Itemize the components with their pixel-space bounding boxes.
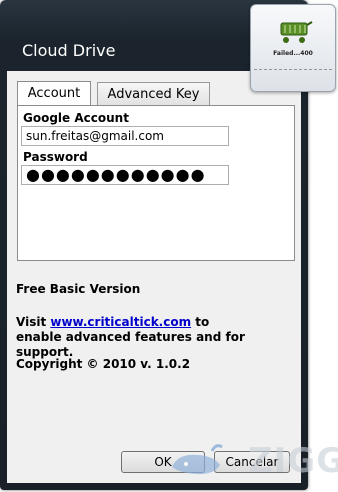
google-account-field[interactable]: sun.freitas@gmail.com [21, 126, 229, 146]
window-title: Cloud Drive [22, 41, 116, 60]
gadget-status: Failed...400 [273, 50, 313, 57]
desktop-gadget[interactable]: Failed...400 [250, 4, 336, 92]
google-account-label: Google Account [23, 111, 129, 125]
copyright-text: Copyright © 2010 v. 1.0.2 [16, 357, 191, 371]
settings-client-area: Account Advanced Key Google Account sun.… [7, 71, 301, 483]
watermark-text: ZIGG [248, 441, 338, 481]
whale-logo-icon [172, 444, 223, 475]
shopping-cart-icon [280, 21, 313, 43]
gadget-divider [254, 69, 332, 70]
tab-account[interactable]: Account [17, 81, 91, 106]
version-text: Free Basic Version [16, 282, 141, 296]
password-field[interactable]: ●●●●●●●●●●●● [21, 165, 229, 185]
password-label: Password [23, 150, 88, 164]
visit-text: Visit www.criticaltick.com to enable adv… [16, 315, 256, 360]
website-link[interactable]: www.criticaltick.com [50, 315, 191, 329]
tab-advanced-key[interactable]: Advanced Key [97, 82, 210, 105]
visit-prefix: Visit [16, 315, 51, 329]
account-panel: Google Account sun.freitas@gmail.com Pas… [17, 105, 295, 261]
zigg-watermark: ZIGG [168, 437, 338, 483]
